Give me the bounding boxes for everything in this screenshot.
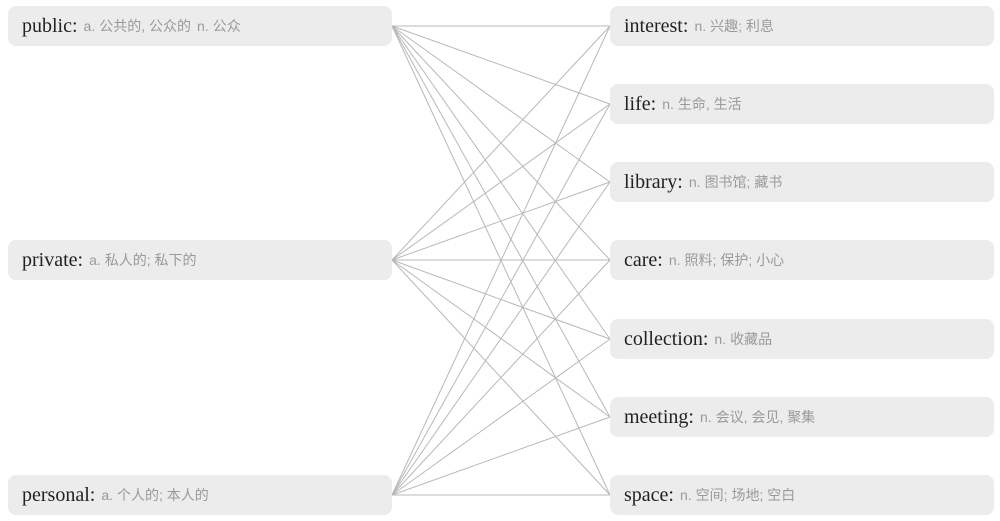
word-card-interest[interactable]: interest: n.兴趣; 利息 (610, 6, 994, 46)
definition: 空间; 场地; 空白 (696, 485, 796, 505)
definition: 兴趣; 利息 (710, 16, 774, 36)
word-label: life: (624, 93, 656, 116)
connection-line (392, 26, 610, 182)
part-of-speech: n. (689, 174, 701, 190)
word-label: private: (22, 249, 83, 272)
word-label: interest: (624, 15, 688, 38)
word-card-private[interactable]: private: a.私人的; 私下的 (8, 240, 392, 280)
word-label: care: (624, 249, 663, 272)
connection-line (392, 26, 610, 260)
definition: 公众 (213, 16, 241, 36)
connection-line (392, 260, 610, 495)
part-of-speech: n. (669, 252, 681, 268)
word-label: personal: (22, 484, 95, 507)
definition: 生命, 生活 (678, 94, 742, 114)
definition: 照料; 保护; 小心 (685, 250, 785, 270)
connection-line (392, 26, 610, 495)
part-of-speech: n. (662, 96, 674, 112)
part-of-speech: n. (714, 331, 726, 347)
connection-line (392, 417, 610, 495)
word-card-personal[interactable]: personal: a.个人的; 本人的 (8, 475, 392, 515)
word-label: space: (624, 484, 674, 507)
definition: 公共的, 公众的 (99, 16, 191, 36)
connection-line (392, 26, 610, 260)
definition: 私人的; 私下的 (105, 250, 197, 270)
word-label: collection: (624, 328, 708, 351)
connection-line (392, 26, 610, 104)
matching-diagram: public:a.公共的, 公众的n.公众private:a.私人的; 私下的p… (0, 0, 1000, 521)
connection-line (392, 104, 610, 495)
part-of-speech: a. (89, 252, 101, 268)
definition: 图书馆; 藏书 (705, 172, 783, 192)
definition: 个人的; 本人的 (117, 485, 209, 505)
part-of-speech: a. (84, 18, 96, 34)
word-card-space[interactable]: space: n.空间; 场地; 空白 (610, 475, 994, 515)
word-label: library: (624, 171, 683, 194)
connection-line (392, 260, 610, 495)
connection-line (392, 26, 610, 495)
connection-line (392, 260, 610, 417)
word-card-meeting[interactable]: meeting: n.会议, 会见, 聚集 (610, 397, 994, 437)
connection-line (392, 26, 610, 417)
definition: 会议, 会见, 聚集 (716, 407, 816, 427)
part-of-speech: n. (197, 18, 209, 34)
word-label: public: (22, 15, 78, 38)
word-card-care[interactable]: care: n.照料; 保护; 小心 (610, 240, 994, 280)
word-card-collection[interactable]: collection: n.收藏品 (610, 319, 994, 359)
connection-line (392, 339, 610, 495)
part-of-speech: n. (680, 487, 692, 503)
part-of-speech: n. (694, 18, 706, 34)
part-of-speech: n. (700, 409, 712, 425)
definition: 收藏品 (730, 329, 772, 349)
connection-line (392, 26, 610, 339)
word-label: meeting: (624, 406, 694, 429)
word-card-life[interactable]: life: n.生命, 生活 (610, 84, 994, 124)
word-card-public[interactable]: public: a.公共的, 公众的 n.公众 (8, 6, 392, 46)
connection-line (392, 182, 610, 495)
connection-line (392, 182, 610, 260)
part-of-speech: a. (101, 487, 113, 503)
word-card-library[interactable]: library: n.图书馆; 藏书 (610, 162, 994, 202)
connection-line (392, 260, 610, 339)
connection-line (392, 104, 610, 260)
